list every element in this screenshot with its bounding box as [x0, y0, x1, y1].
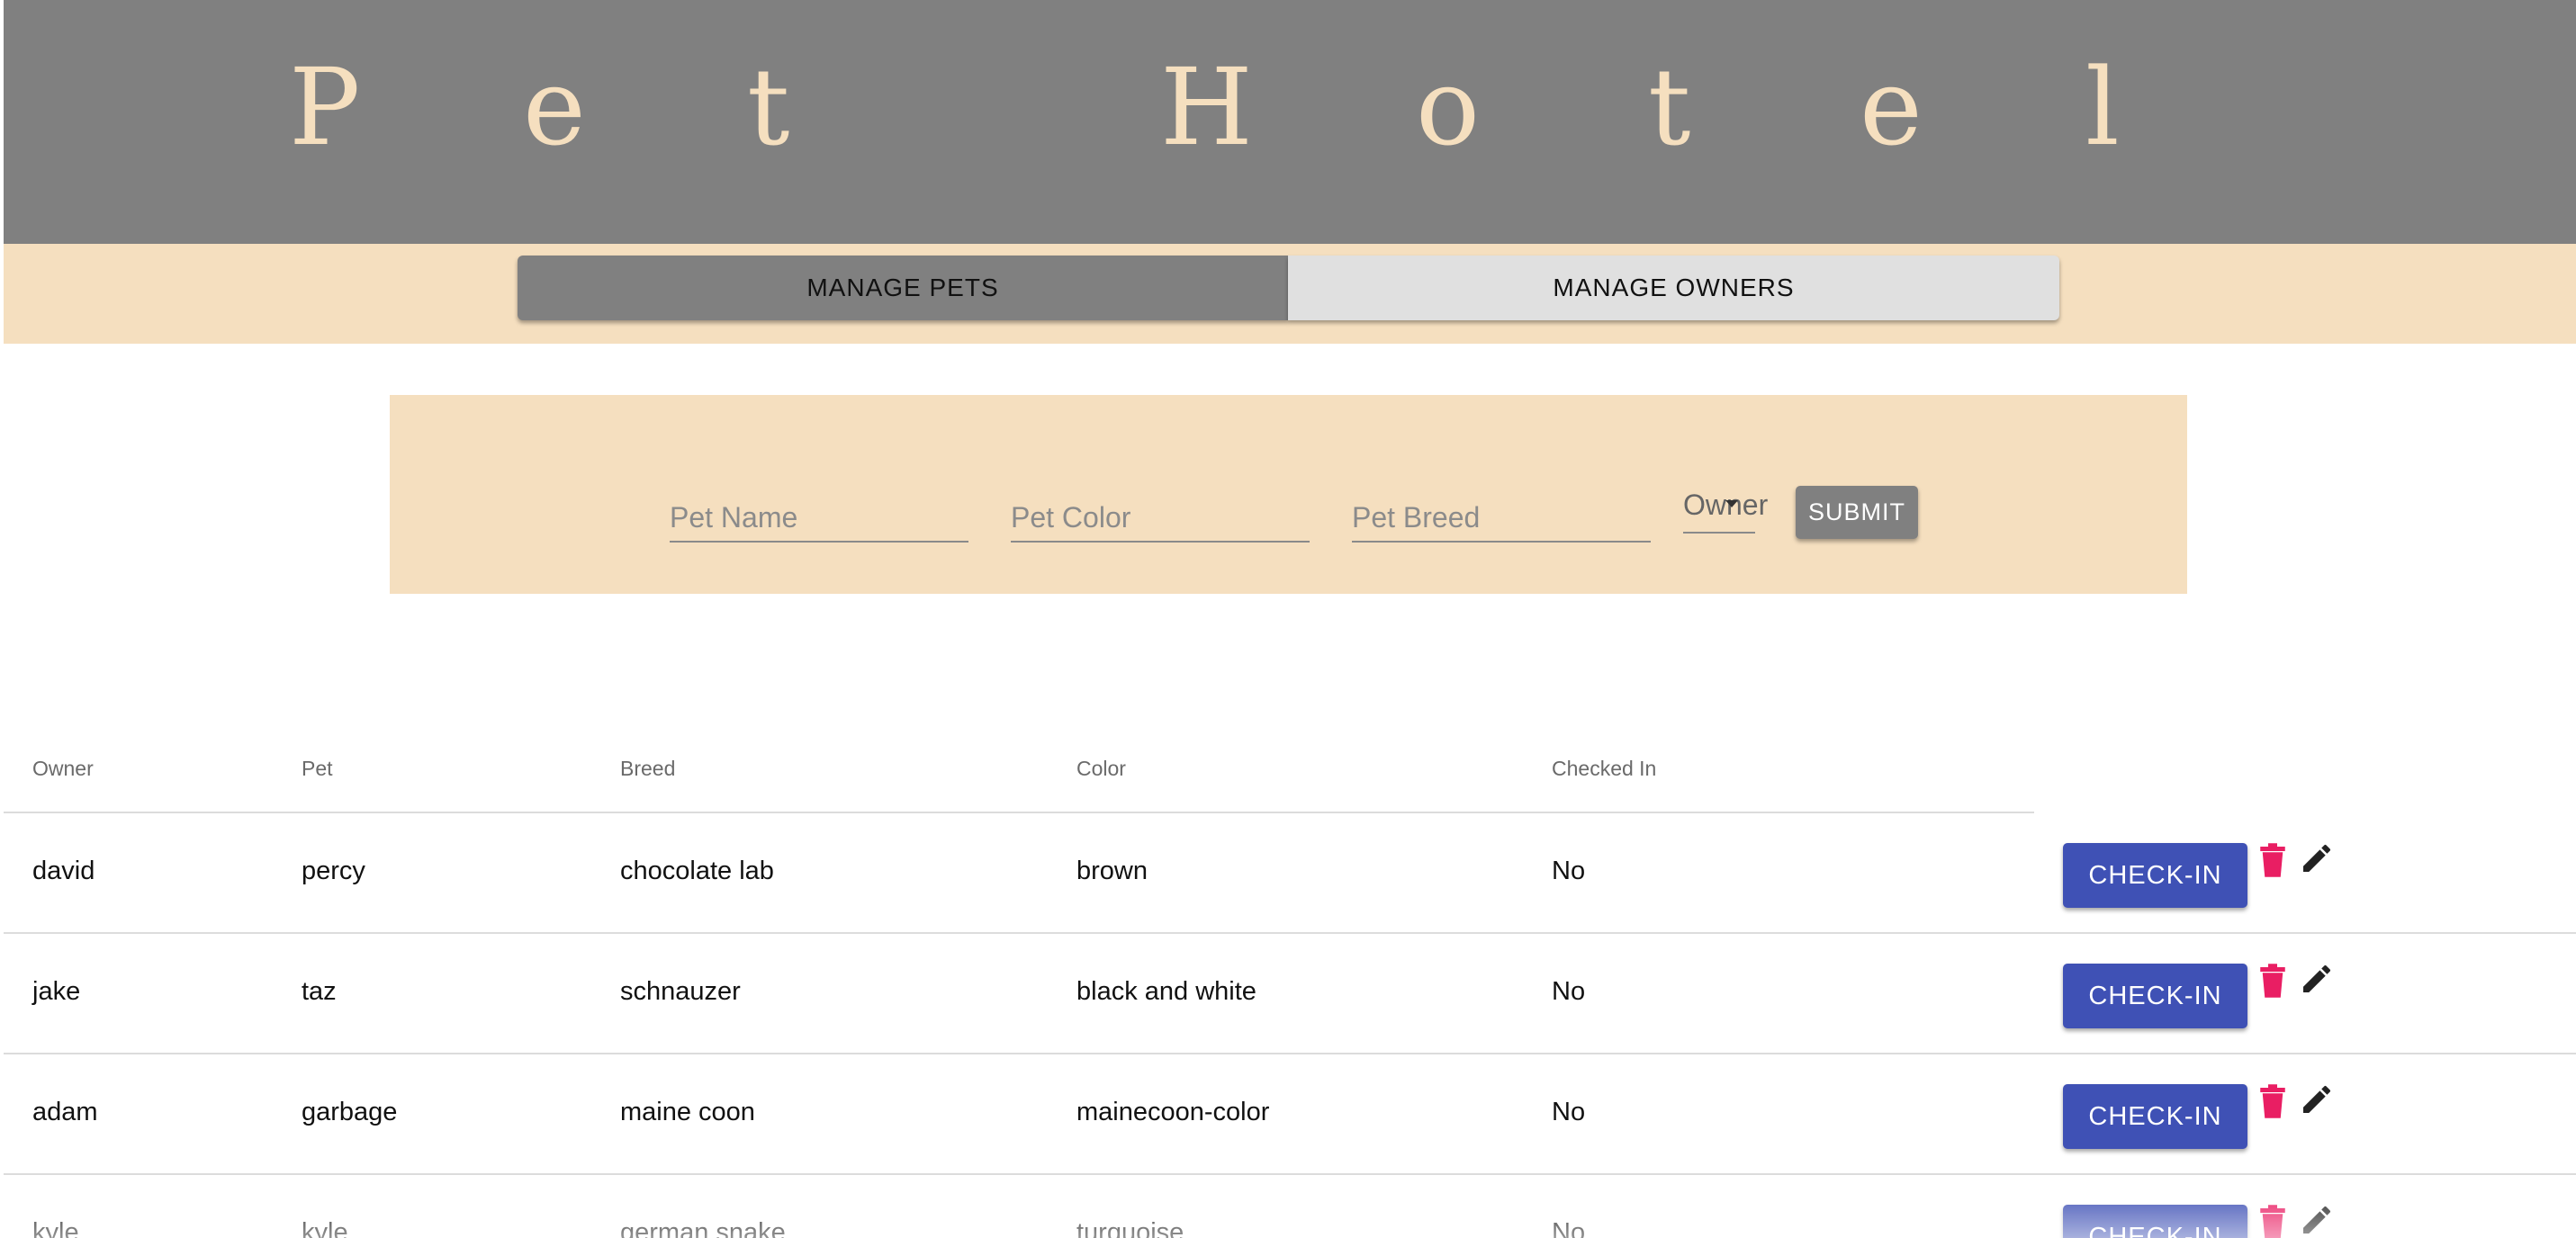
check-in-button[interactable]: CHECK-IN	[2063, 1084, 2247, 1149]
cell-breed: german snake	[620, 1218, 786, 1238]
pencil-icon[interactable]	[2299, 1081, 2335, 1117]
tab-manage-owners[interactable]: MANAGE OWNERS	[1288, 256, 2059, 320]
table-row: jake taz schnauzer black and white No CH…	[4, 934, 2576, 1054]
cell-checked-in: No	[1552, 1098, 1586, 1126]
check-in-button[interactable]: CHECK-IN	[2063, 843, 2247, 908]
trash-icon[interactable]	[2259, 842, 2286, 878]
column-header-checked-in: Checked In	[1552, 757, 1657, 780]
trash-icon[interactable]	[2259, 1204, 2286, 1238]
cell-breed: schnauzer	[620, 977, 741, 1006]
cell-color: brown	[1076, 857, 1148, 885]
cell-checked-in: No	[1552, 1218, 1586, 1238]
pet-name-field	[670, 494, 968, 543]
column-header-pet: Pet	[302, 757, 333, 780]
table-row: adam garbage maine coon mainecoon-color …	[4, 1054, 2576, 1175]
pencil-icon[interactable]	[2299, 840, 2335, 876]
pet-color-input[interactable]	[1011, 494, 1310, 541]
title-letter: o	[1416, 45, 1481, 169]
cell-owner: adam	[32, 1098, 98, 1126]
title-letter: P	[289, 45, 361, 169]
cell-pet: kyle	[302, 1218, 348, 1238]
cell-pet: garbage	[302, 1098, 398, 1126]
title-letter: e	[523, 45, 586, 169]
cell-color: black and white	[1076, 977, 1256, 1006]
pet-name-input[interactable]	[670, 494, 968, 541]
submit-button[interactable]: SUBMIT	[1796, 486, 1918, 539]
cell-owner: kyle	[32, 1218, 79, 1238]
title-letter: H	[1160, 45, 1253, 169]
cell-color: turquoise	[1076, 1218, 1184, 1238]
trash-icon[interactable]	[2259, 1083, 2286, 1119]
title-letter: t	[1648, 45, 1691, 169]
cell-owner: david	[32, 857, 95, 885]
title-letter: e	[1860, 45, 1923, 169]
trash-icon[interactable]	[2259, 963, 2286, 999]
column-header-breed: Breed	[620, 757, 676, 780]
pencil-icon[interactable]	[2299, 1202, 2335, 1238]
pencil-icon[interactable]	[2299, 961, 2335, 997]
cell-pet: percy	[302, 857, 365, 885]
cell-color: mainecoon-color	[1076, 1098, 1270, 1126]
tab-bar: MANAGE PETS MANAGE OWNERS	[4, 244, 2576, 344]
column-header-color: Color	[1076, 757, 1126, 780]
caret-down-icon	[1725, 500, 1738, 507]
tab-manage-pets[interactable]: MANAGE PETS	[518, 256, 1288, 320]
title-letter: l	[2085, 45, 2120, 169]
cell-checked-in: No	[1552, 977, 1586, 1006]
table-row: david percy chocolate lab brown No CHECK…	[4, 813, 2576, 934]
page-header: P e t H o t e l	[4, 0, 2576, 244]
cell-checked-in: No	[1552, 857, 1586, 885]
pet-color-field	[1011, 494, 1310, 543]
cell-pet: taz	[302, 977, 337, 1006]
cell-breed: chocolate lab	[620, 857, 774, 885]
owner-select[interactable]: Owner	[1683, 485, 1768, 534]
column-header-owner: Owner	[32, 757, 94, 780]
pet-breed-field	[1352, 494, 1651, 543]
title-letter: t	[747, 45, 790, 169]
pet-breed-input[interactable]	[1352, 494, 1651, 541]
check-in-button[interactable]: CHECK-IN	[2063, 964, 2247, 1028]
check-in-button[interactable]: CHECK-IN	[2063, 1205, 2247, 1238]
cell-owner: jake	[32, 977, 81, 1006]
table-row: kyle kyle german snake turquoise No CHEC…	[4, 1175, 2576, 1238]
add-pet-form: Owner SUBMIT	[390, 395, 2187, 594]
cell-breed: maine coon	[620, 1098, 755, 1126]
